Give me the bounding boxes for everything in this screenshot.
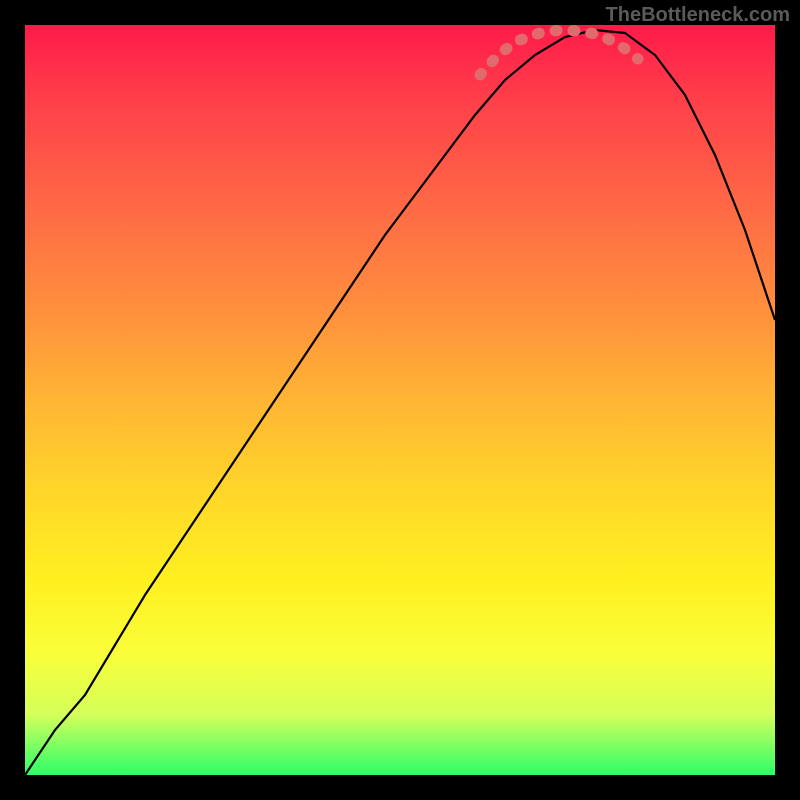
bottleneck-curve xyxy=(25,30,775,775)
gradient-plot-area xyxy=(25,25,775,775)
chart-curve-svg xyxy=(25,25,775,775)
watermark-text: TheBottleneck.com xyxy=(606,4,790,27)
optimal-range-marker xyxy=(480,30,638,75)
